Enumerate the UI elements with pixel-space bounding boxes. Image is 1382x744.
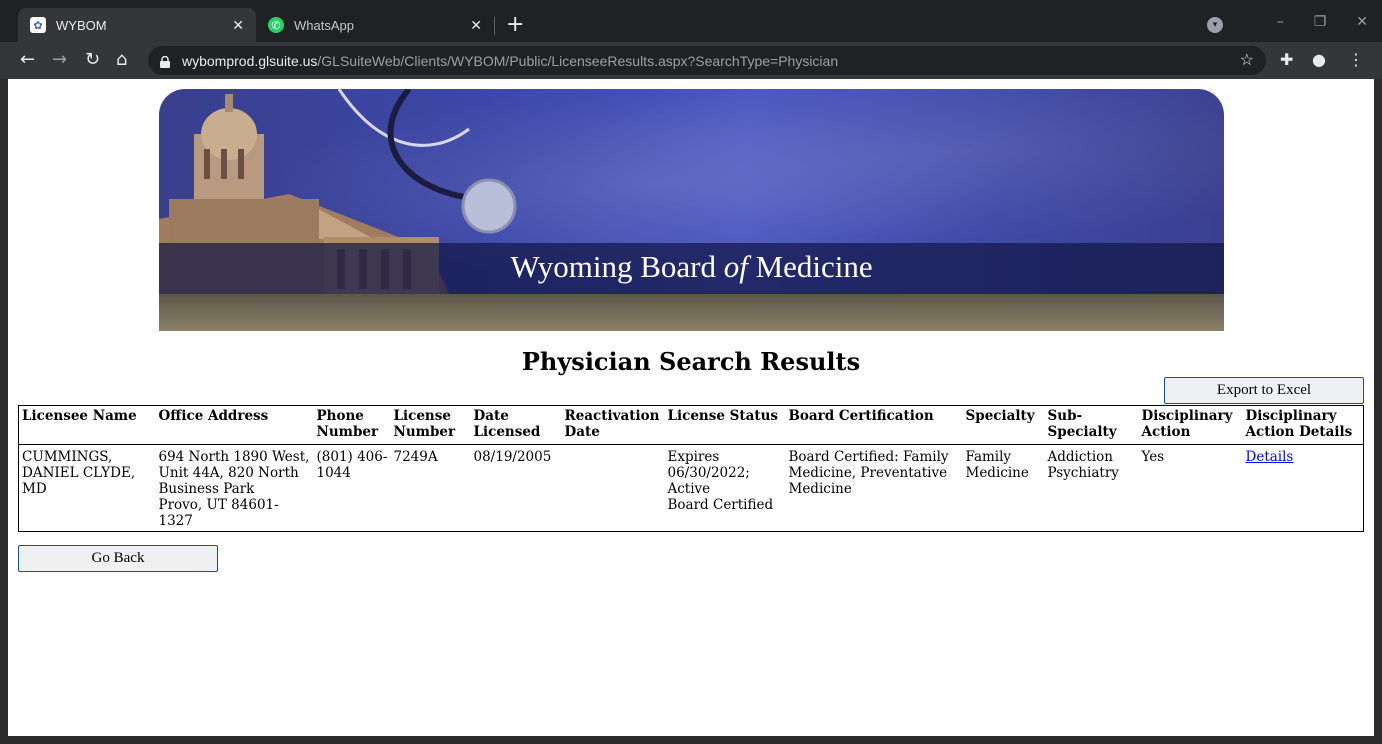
tab-title: WhatsApp bbox=[294, 17, 354, 33]
disciplinary-details-cell: Details bbox=[1243, 445, 1364, 532]
taskbar bbox=[0, 736, 1382, 744]
licensee-name-cell: CUMMINGS, DANIEL CLYDE, MD bbox=[22, 449, 136, 497]
lock-icon[interactable] bbox=[160, 55, 170, 68]
column-header: Disciplinary Action bbox=[1138, 405, 1243, 445]
page-title: Physician Search Results bbox=[521, 347, 861, 376]
disciplinary-action-cell: Yes bbox=[1141, 449, 1165, 465]
table-row: CUMMINGS, DANIEL CLYDE, MD 694 North 189… bbox=[19, 445, 1364, 532]
column-header: License Status bbox=[664, 405, 786, 445]
banner-ground-strip bbox=[159, 294, 1224, 331]
new-tab-icon[interactable]: + bbox=[506, 12, 524, 37]
column-header: Sub-Specialty bbox=[1044, 405, 1139, 445]
url-host: wybomprod.glsuite.us bbox=[182, 52, 318, 69]
menu-icon[interactable]: ⋮ bbox=[1348, 50, 1364, 69]
header-banner: Wyoming Board of Medicine bbox=[159, 89, 1224, 331]
address-bar[interactable]: wybomprod.glsuite.us/GLSuiteWeb/Clients/… bbox=[148, 46, 1266, 75]
sub-specialty-cell: Addiction Psychiatry bbox=[1047, 449, 1119, 481]
tab-title: WYBOM bbox=[56, 17, 107, 33]
home-icon[interactable]: ⌂ bbox=[116, 50, 127, 70]
results-table: Licensee Name Office Address Phone Numbe… bbox=[18, 405, 1364, 532]
window-controls: – ❐ ✕ bbox=[1277, 14, 1368, 30]
url-path: /GLSuiteWeb/Clients/WYBOM/Public/License… bbox=[317, 52, 839, 69]
table-header-row: Licensee Name Office Address Phone Numbe… bbox=[18, 405, 1364, 445]
minimize-icon[interactable]: – bbox=[1277, 14, 1284, 30]
address-line: Provo, UT 84601-1327 bbox=[158, 497, 279, 529]
tab-separator bbox=[494, 17, 495, 35]
column-header: Reactivation Date bbox=[561, 405, 665, 445]
back-icon[interactable]: ← bbox=[20, 50, 35, 70]
browser-toolbar: ← → ↻ ⌂ wybomprod.glsuite.us/GLSuiteWeb/… bbox=[0, 42, 1382, 79]
extensions-icon[interactable]: ✚ bbox=[1280, 50, 1293, 69]
go-back-button[interactable]: Go Back bbox=[18, 545, 218, 572]
forward-icon[interactable]: → bbox=[52, 50, 67, 70]
whatsapp-favicon-icon: ✆ bbox=[268, 17, 284, 33]
tab-search-icon[interactable]: ▾ bbox=[1207, 17, 1223, 33]
column-header: Specialty bbox=[962, 405, 1045, 445]
tab-wybom[interactable]: ✿ WYBOM ✕ bbox=[18, 8, 256, 42]
export-to-excel-button[interactable]: Export to Excel bbox=[1164, 377, 1364, 404]
right-window-edge bbox=[1374, 79, 1382, 744]
column-header: Date Licensed bbox=[470, 405, 562, 445]
star-icon[interactable]: ☆ bbox=[1240, 50, 1254, 70]
license-status-cell: Expires 06/30/2022; Active Board Certifi… bbox=[665, 445, 786, 532]
banner-title: Wyoming Board of Medicine bbox=[510, 249, 873, 284]
column-header: Phone Number bbox=[313, 405, 391, 445]
license-number-cell: 7249A bbox=[393, 449, 438, 465]
date-licensed-cell: 08/19/2005 bbox=[473, 449, 552, 465]
column-header: Office Address bbox=[155, 405, 314, 445]
reload-icon[interactable]: ↻ bbox=[85, 50, 100, 70]
wybom-favicon-icon: ✿ bbox=[30, 17, 46, 33]
column-header: Licensee Name bbox=[18, 405, 156, 445]
column-header: Board Certification bbox=[785, 405, 963, 445]
office-address-cell: 694 North 1890 West, Unit 44A, 820 North… bbox=[156, 445, 314, 532]
browser-chrome: ✿ WYBOM ✕ ✆ WhatsApp ✕ + ▾ – ❐ ✕ ← → ↻ ⌂… bbox=[0, 0, 1382, 79]
close-tab-icon[interactable]: ✕ bbox=[470, 17, 482, 34]
page-content: Wyoming Board of Medicine Physician Sear… bbox=[8, 79, 1374, 736]
close-window-icon[interactable]: ✕ bbox=[1356, 14, 1368, 30]
restore-icon[interactable]: ❐ bbox=[1314, 14, 1327, 30]
status-line: Board Certified bbox=[667, 497, 774, 513]
reactivation-date-cell bbox=[562, 445, 665, 532]
column-header: Disciplinary Action Details bbox=[1242, 405, 1364, 445]
profile-icon[interactable]: ● bbox=[1312, 50, 1326, 69]
left-window-edge bbox=[0, 79, 8, 744]
address-line: 694 North 1890 West, Unit 44A, 820 North… bbox=[158, 449, 310, 497]
phone-cell: (801) 406-1044 bbox=[316, 449, 388, 481]
close-tab-icon[interactable]: ✕ bbox=[232, 17, 244, 34]
board-certification-cell: Board Certified: Family Medicine, Preven… bbox=[788, 449, 949, 497]
details-link[interactable]: Details bbox=[1246, 449, 1294, 465]
column-header: License Number bbox=[390, 405, 471, 445]
status-line: Expires 06/30/2022; Active bbox=[667, 449, 750, 497]
tab-whatsapp[interactable]: ✆ WhatsApp ✕ bbox=[256, 8, 494, 42]
tab-strip: ✿ WYBOM ✕ ✆ WhatsApp ✕ + ▾ – ❐ ✕ bbox=[0, 8, 1382, 42]
specialty-cell: Family Medicine bbox=[965, 449, 1029, 481]
stethoscope-image bbox=[337, 89, 517, 234]
